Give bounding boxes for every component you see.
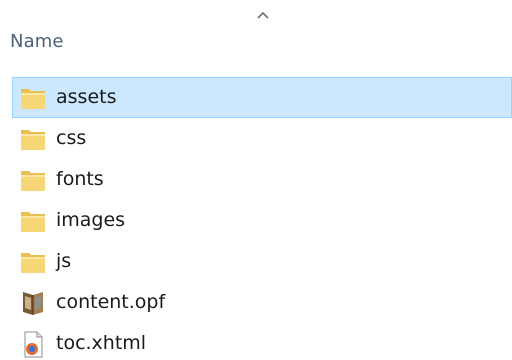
file-name: toc.xhtml [56,332,147,354]
list-item-content-opf[interactable]: content.opf [0,282,512,323]
list-item-fonts[interactable]: fonts [0,159,512,200]
folder-icon [21,212,45,232]
folder-icon [21,89,45,109]
list-item-css[interactable]: css [0,118,512,159]
file-name: fonts [56,168,104,190]
opf-file-icon [23,292,43,315]
file-name: images [56,209,126,231]
file-list: assets css fonts images js content.opf t… [0,77,512,360]
file-explorer-pane: Name assets css fonts images js content.… [0,0,512,360]
xhtml-file-icon [24,331,43,358]
name-column-header[interactable]: Name [0,22,512,62]
list-item-toc-xhtml[interactable]: toc.xhtml [0,323,512,360]
file-name: assets [56,86,117,108]
row-highlight [12,118,512,159]
row-highlight [12,241,512,282]
file-name: content.opf [56,291,166,313]
folder-icon [21,171,45,191]
file-name: js [56,250,72,272]
list-item-images[interactable]: images [0,200,512,241]
name-column-label: Name [10,31,64,52]
folder-icon [21,253,45,273]
sort-ascending-icon[interactable] [255,8,271,22]
folder-icon [21,130,45,150]
file-name: css [56,127,87,149]
list-item-js[interactable]: js [0,241,512,282]
list-item-assets[interactable]: assets [0,77,512,118]
